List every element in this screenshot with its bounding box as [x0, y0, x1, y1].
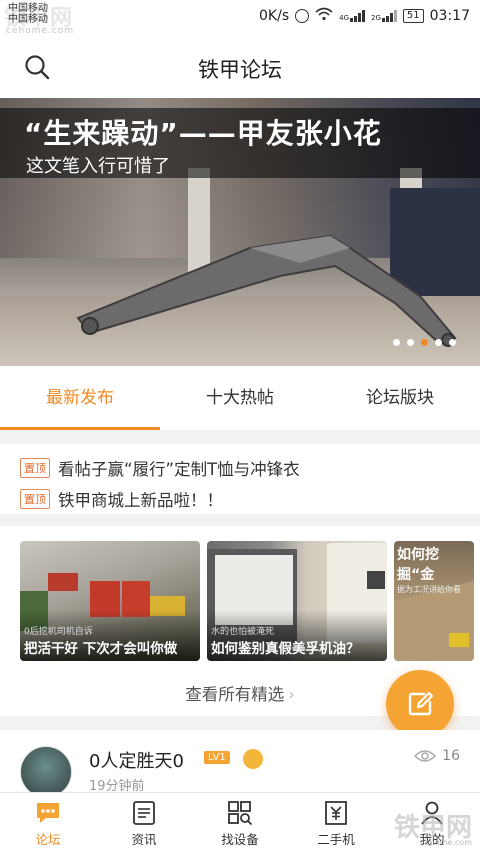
edit-icon — [408, 691, 434, 716]
tab-latest[interactable]: 最新发布 — [0, 366, 160, 430]
nav-news[interactable]: 资讯 — [96, 793, 192, 853]
medal-icon — [243, 749, 263, 769]
clock: 03:17 — [429, 8, 470, 24]
banner-subtitle: 这文笔入行可惜了 — [26, 156, 170, 177]
pinned-badge: 置顶 — [20, 488, 50, 509]
tab-forum-sections[interactable]: 论坛版块 — [320, 366, 480, 430]
news-icon — [133, 801, 155, 825]
carousel-dot[interactable] — [407, 339, 414, 346]
view-count: 16 — [414, 748, 460, 764]
used-machine-icon — [325, 801, 347, 825]
forum-icon — [37, 803, 59, 823]
signal-2g-icon: 2G — [371, 10, 397, 22]
signal-4g-icon: 4G — [339, 10, 366, 22]
app-header: 铁甲论坛 — [0, 34, 480, 98]
carousel-indicator — [393, 339, 456, 346]
post-item[interactable]: 0人定胜天0 LV1 19分钟前 16 — [0, 730, 480, 792]
featured-card[interactable]: 0后挖机司机自诉 把活干好 下次才会叫你做 — [20, 541, 200, 661]
alarm-icon — [295, 9, 310, 23]
nav-forum[interactable]: 论坛 — [0, 793, 96, 853]
pinned-posts: 置顶 看帖子赢“履行”定制T恤与冲锋衣 置顶 铁甲商城上新品啦！！ — [0, 444, 480, 514]
carousel-dot[interactable] — [393, 339, 400, 346]
level-badge: LV1 — [204, 751, 230, 764]
chevron-right-icon: › — [288, 685, 295, 704]
pinned-title: 铁甲商城上新品啦！！ — [58, 490, 223, 510]
status-bar: 铁甲网 cehome.com 中国移动 中国移动 0K/s 4G 2G 51 03… — [0, 0, 480, 36]
featured-card[interactable]: 水的也怕被淹死 如何鉴别真假美孚机油？ — [207, 541, 387, 661]
battery-icon: 51 — [402, 9, 424, 23]
tab-bar: 最新发布 十大热帖 论坛版块 — [0, 366, 480, 430]
avatar[interactable] — [20, 746, 72, 792]
carousel-dot[interactable] — [449, 339, 456, 346]
bottom-nav: 论坛 资讯 找设备 二手机 我的 铁甲网 cehome.com — [0, 792, 480, 853]
pinned-item[interactable]: 置顶 看帖子赢“履行”定制T恤与冲锋衣 — [0, 452, 480, 483]
wifi-icon — [315, 7, 333, 25]
post-username[interactable]: 0人定胜天0 — [89, 747, 184, 773]
pinned-title: 看帖子赢“履行”定制T恤与冲锋衣 — [58, 459, 300, 479]
find-equipment-icon — [228, 801, 253, 826]
tab-top-ten[interactable]: 十大热帖 — [160, 366, 320, 430]
eye-icon — [414, 750, 437, 762]
nav-used-machines[interactable]: 二手机 — [288, 793, 384, 853]
carousel-dot[interactable] — [435, 339, 442, 346]
carousel-dot[interactable] — [421, 339, 428, 346]
post-time: 19分钟前 — [89, 779, 145, 792]
featured-carousel[interactable]: 0后挖机司机自诉 把活干好 下次才会叫你做 水的也怕被淹死 如何鉴别真假美孚机油… — [20, 541, 480, 661]
carrier-labels: 中国移动 中国移动 — [8, 3, 48, 25]
compose-post-button[interactable] — [386, 670, 454, 738]
nav-find-equipment[interactable]: 找设备 — [192, 793, 288, 853]
featured-card[interactable]: 如何挖掘“金 据为工况讲给你看 — [394, 541, 474, 661]
watermark-logo-bottom: 铁甲网 cehome.com — [393, 813, 472, 847]
network-speed: 0K/s — [259, 8, 290, 24]
pinned-badge: 置顶 — [20, 457, 50, 478]
page-title: 铁甲论坛 — [198, 58, 282, 82]
banner-carousel[interactable]: “生来躁动”——甲友张小花 这文笔入行可惜了 — [0, 98, 480, 366]
banner-title: “生来躁动”——甲友张小花 — [24, 117, 382, 150]
pinned-item[interactable]: 置顶 铁甲商城上新品啦！！ — [0, 483, 480, 514]
